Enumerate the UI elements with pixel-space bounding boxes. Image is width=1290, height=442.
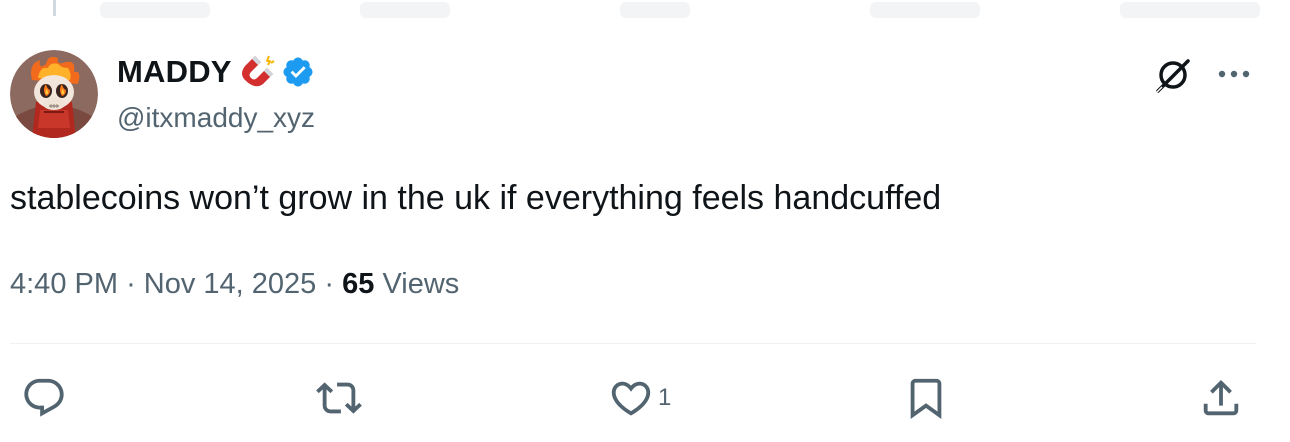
- repost-button[interactable]: [316, 370, 366, 426]
- divider: [10, 343, 1256, 344]
- author-name-row[interactable]: MADDY: [117, 52, 315, 92]
- views-count[interactable]: 65: [342, 268, 374, 300]
- like-icon: [611, 381, 651, 416]
- faded-element: [360, 2, 450, 18]
- tweet-date[interactable]: Nov 14, 2025: [144, 268, 317, 300]
- verified-badge-icon[interactable]: [281, 55, 315, 89]
- share-button[interactable]: [1198, 370, 1248, 426]
- faded-element: [1120, 2, 1260, 18]
- reply-button[interactable]: [21, 370, 71, 426]
- grok-icon[interactable]: [1152, 54, 1194, 96]
- meta-separator: ·: [324, 268, 335, 300]
- author-handle[interactable]: @itxmaddy_xyz: [117, 100, 315, 136]
- reply-icon: [24, 378, 64, 417]
- previous-tweet-fade: [0, 0, 1290, 22]
- like-button[interactable]: 1: [608, 370, 671, 426]
- avatar-image: [10, 50, 98, 138]
- faded-element: [620, 2, 690, 18]
- share-icon: [1203, 379, 1239, 416]
- repost-icon: [316, 382, 362, 414]
- bookmark-button[interactable]: [903, 370, 953, 426]
- like-count: 1: [658, 384, 672, 411]
- tweet-time[interactable]: 4:40 PM: [10, 268, 118, 300]
- bookmark-icon: [910, 378, 942, 419]
- faded-element: [870, 2, 980, 18]
- action-bar: 1: [0, 370, 1290, 426]
- meta-separator: ·: [126, 268, 136, 300]
- display-name[interactable]: MADDY: [117, 52, 232, 92]
- faded-element: [100, 2, 210, 18]
- magnet-icon: [237, 52, 277, 92]
- tweet-meta: 4:40 PM · Nov 14, 2025 · 65 Views: [10, 264, 459, 304]
- more-icon[interactable]: [1214, 58, 1254, 90]
- avatar[interactable]: [10, 50, 98, 138]
- thread-line: [53, 0, 56, 16]
- tweet-text: stablecoins won’t grow in the uk if ever…: [10, 179, 942, 217]
- views-label[interactable]: Views: [382, 268, 459, 300]
